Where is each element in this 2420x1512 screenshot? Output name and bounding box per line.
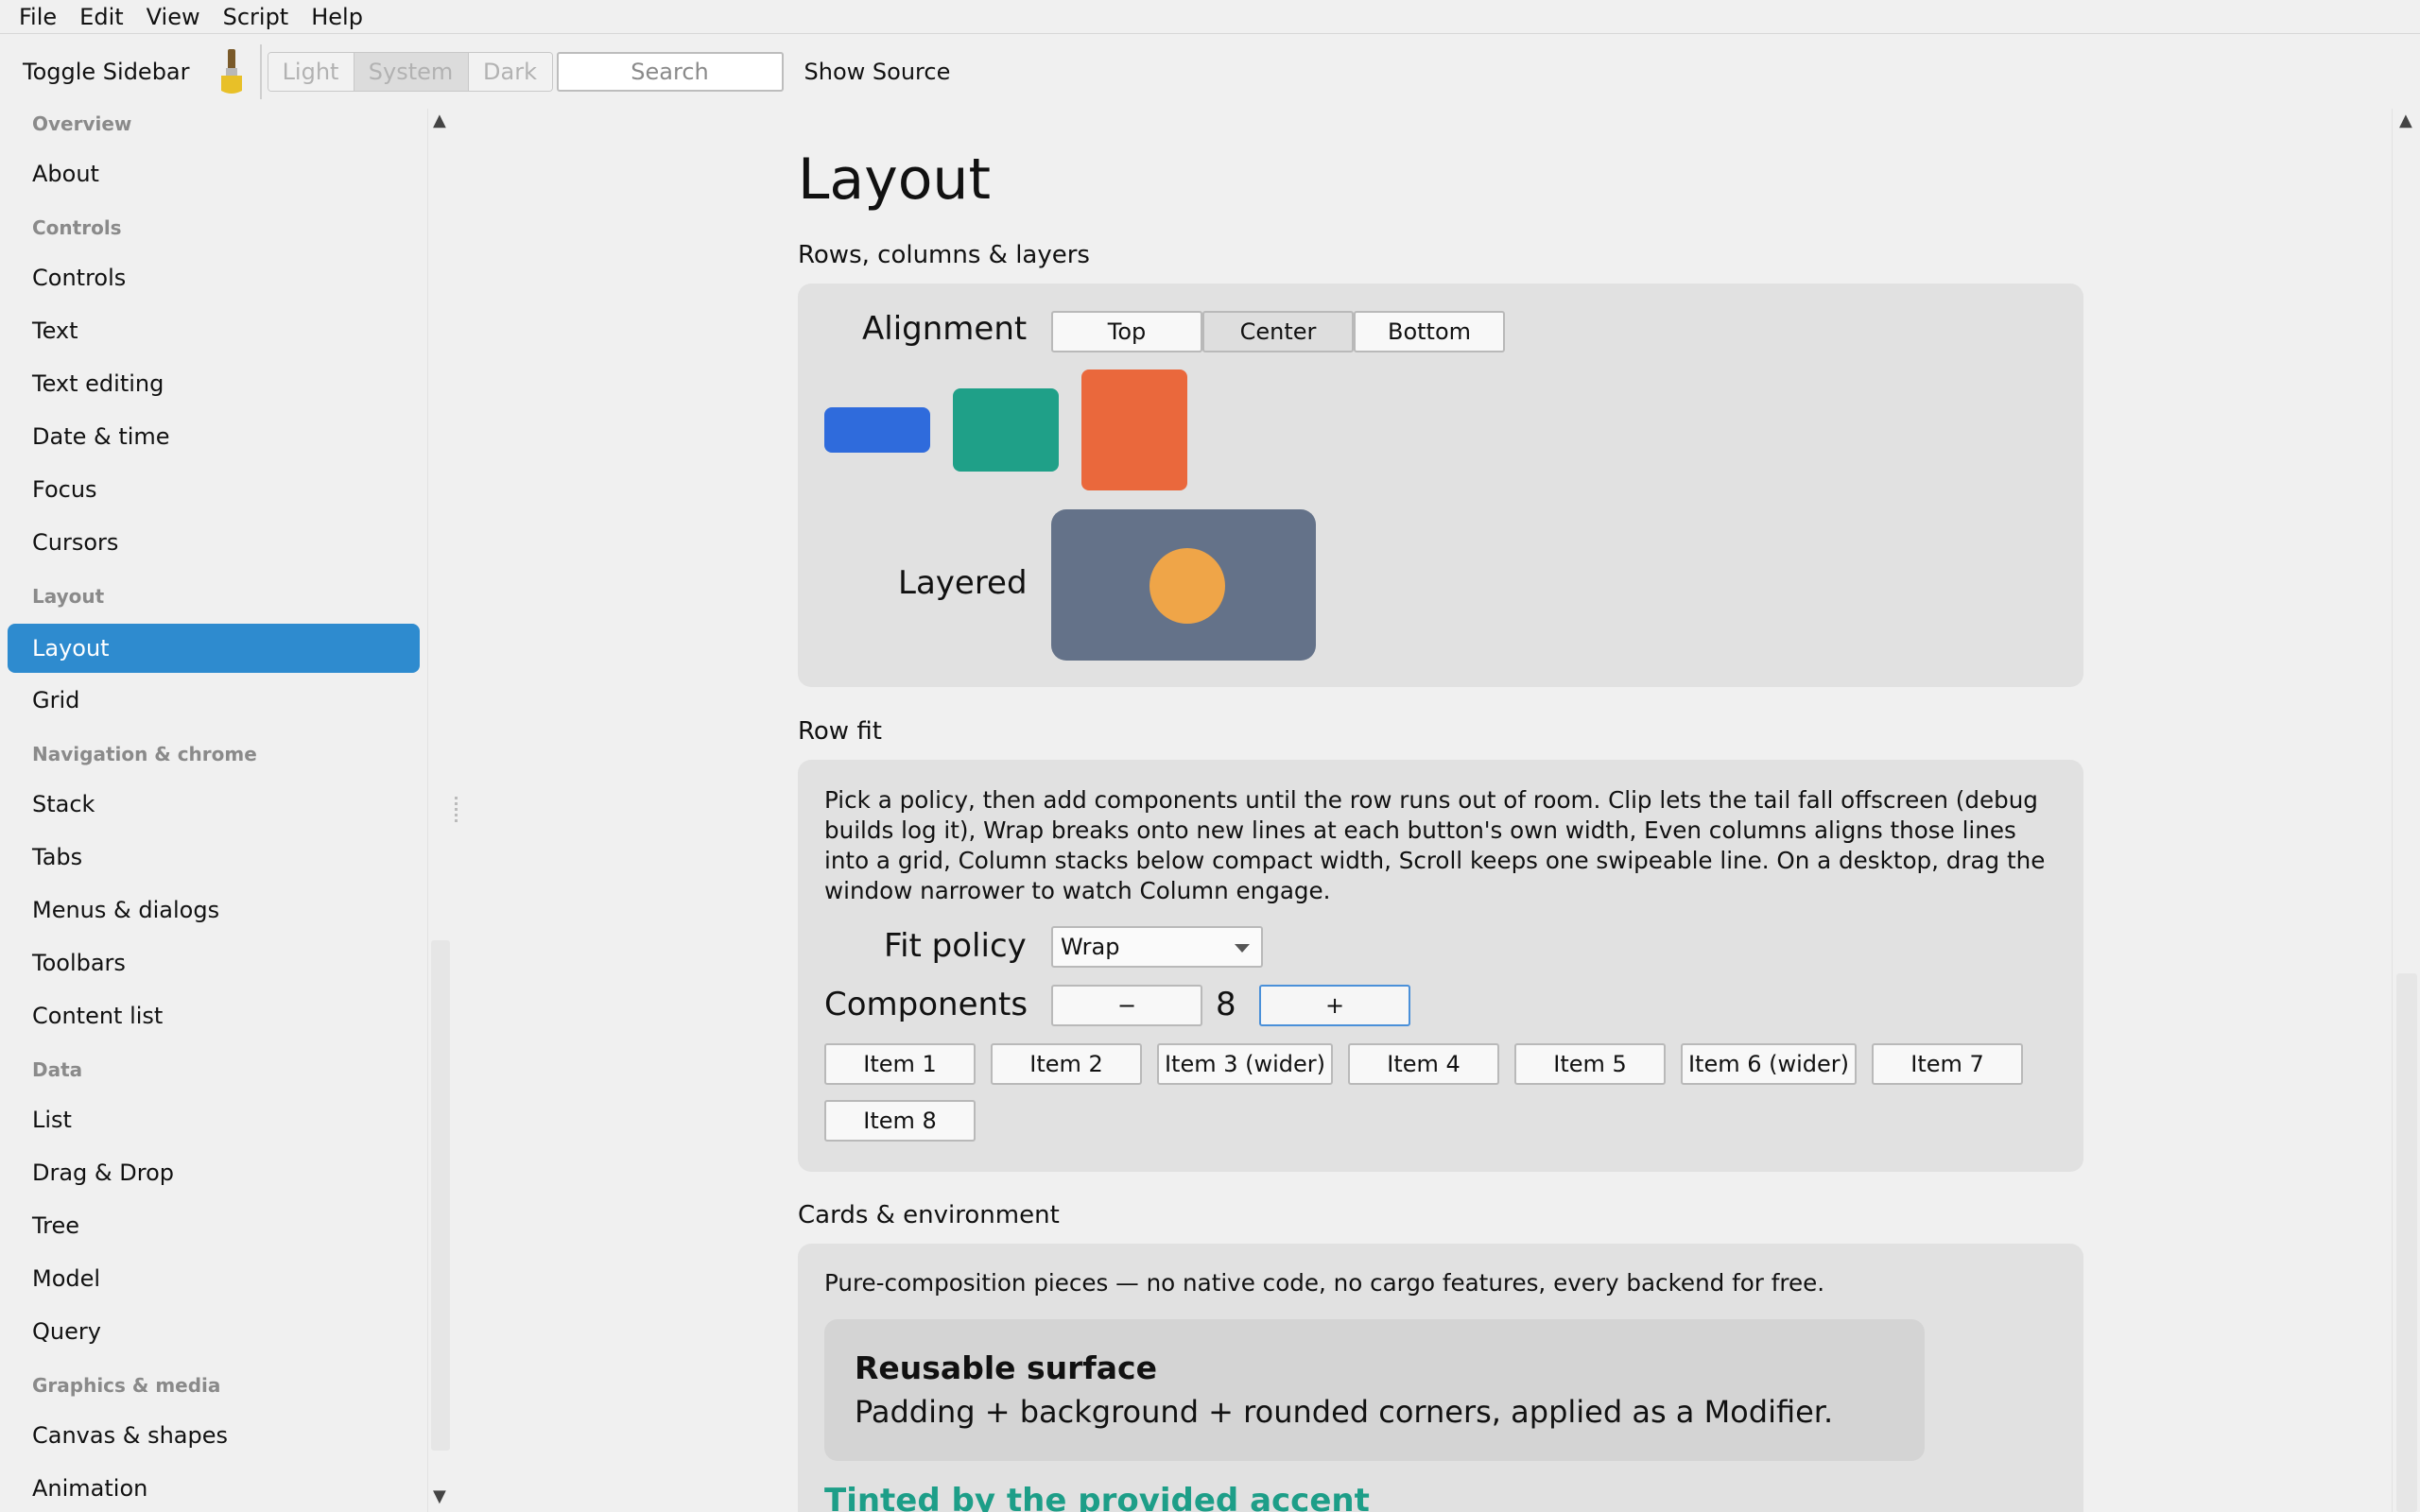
row-item-4[interactable]: Item 4: [1348, 1043, 1499, 1085]
row-item-5[interactable]: Item 5: [1514, 1043, 1666, 1085]
theme-segmented-control: Light System Dark: [267, 52, 553, 92]
splitter-grip-icon[interactable]: [455, 794, 458, 828]
row-item-8[interactable]: Item 8: [824, 1100, 976, 1142]
toggle-sidebar-button[interactable]: Toggle Sidebar: [23, 59, 190, 85]
menu-script[interactable]: Script: [212, 4, 301, 30]
menu-edit[interactable]: Edit: [68, 4, 134, 30]
menu-view[interactable]: View: [135, 4, 212, 30]
sidebar-item-list[interactable]: List: [32, 1107, 72, 1133]
components-count: 8: [1216, 986, 1236, 1023]
sidebar-item-grid[interactable]: Grid: [32, 687, 79, 713]
sidebar-scrollbar-thumb[interactable]: [431, 940, 450, 1451]
sidebar-item-canvas-shapes[interactable]: Canvas & shapes: [32, 1422, 228, 1449]
sidebar-item-model[interactable]: Model: [32, 1265, 100, 1292]
row-item-1[interactable]: Item 1: [824, 1043, 976, 1085]
alignment-label: Alignment: [862, 310, 1028, 348]
theme-light-option[interactable]: Light: [268, 53, 354, 91]
sidebar-item-cursors[interactable]: Cursors: [32, 529, 118, 556]
sidebar-item-menus-dialogs[interactable]: Menus & dialogs: [32, 897, 219, 923]
increment-button[interactable]: +: [1259, 985, 1410, 1026]
cards-panel: Pure-composition pieces — no native code…: [798, 1244, 2083, 1512]
cards-section-heading: Cards & environment: [798, 1201, 1060, 1229]
alignment-center-button[interactable]: Center: [1202, 311, 1354, 352]
fit-policy-dropdown[interactable]: Wrap: [1051, 926, 1263, 968]
sidebar-item-about[interactable]: About: [32, 161, 99, 187]
chevron-down-icon: [1235, 944, 1250, 953]
row-item-6[interactable]: Item 6 (wider): [1681, 1043, 1857, 1085]
orange-swatch: [1081, 369, 1187, 490]
sidebar: Overview About Controls Controls Text Te…: [0, 109, 427, 1512]
layered-front-circle: [1150, 548, 1225, 624]
rowfit-panel: Pick a policy, then add components until…: [798, 760, 2083, 1172]
sidebar-section-overview: Overview: [32, 112, 132, 135]
sidebar-item-text[interactable]: Text: [32, 318, 78, 344]
sidebar-section-graphics: Graphics & media: [32, 1374, 221, 1397]
show-source-button[interactable]: Show Source: [804, 59, 951, 85]
rows-section-heading: Rows, columns & layers: [798, 241, 1090, 269]
sidebar-section-controls: Controls: [32, 216, 122, 239]
blue-swatch: [824, 407, 930, 453]
rowfit-section-heading: Row fit: [798, 717, 882, 746]
row-item-3[interactable]: Item 3 (wider): [1157, 1043, 1333, 1085]
sidebar-item-text-editing[interactable]: Text editing: [32, 370, 164, 397]
scroll-up-arrow-icon[interactable]: ▲: [433, 111, 446, 130]
main-scrollbar[interactable]: ▲: [2392, 109, 2420, 1512]
scroll-down-arrow-icon[interactable]: ▼: [433, 1486, 446, 1506]
toolbar: Toggle Sidebar Light System Dark Show So…: [0, 35, 2420, 109]
sidebar-item-animation[interactable]: Animation: [32, 1475, 147, 1502]
theme-system-option[interactable]: System: [354, 53, 469, 91]
sidebar-item-controls[interactable]: Controls: [32, 265, 126, 291]
sidebar-item-tabs[interactable]: Tabs: [32, 844, 82, 870]
sidebar-item-tree[interactable]: Tree: [32, 1212, 79, 1239]
alignment-top-button[interactable]: Top: [1051, 311, 1202, 352]
sidebar-item-drag-drop[interactable]: Drag & Drop: [32, 1160, 174, 1186]
reusable-surface-card: Reusable surface Padding + background + …: [824, 1319, 1925, 1461]
page-title: Layout: [798, 146, 991, 213]
fit-policy-label: Fit policy: [884, 927, 1027, 965]
card-body: Padding + background + rounded corners, …: [855, 1394, 1834, 1430]
layered-label: Layered: [898, 564, 1028, 602]
sidebar-section-navigation: Navigation & chrome: [32, 743, 257, 765]
components-label: Components: [824, 986, 1028, 1023]
cards-description: Pure-composition pieces — no native code…: [824, 1269, 1825, 1297]
decrement-button[interactable]: −: [1051, 985, 1202, 1026]
sidebar-item-date-time[interactable]: Date & time: [32, 423, 170, 450]
toolbar-separator: [259, 44, 262, 99]
sidebar-item-toolbars[interactable]: Toolbars: [32, 950, 126, 976]
sidebar-item-query[interactable]: Query: [32, 1318, 101, 1345]
search-input[interactable]: [556, 52, 784, 92]
sidebar-scrollbar[interactable]: ▲ ▼: [427, 109, 452, 1512]
alignment-bottom-button[interactable]: Bottom: [1354, 311, 1505, 352]
sidebar-item-content-list[interactable]: Content list: [32, 1003, 163, 1029]
paintbrush-icon[interactable]: [209, 45, 254, 98]
menu-bar: File Edit View Script Help: [0, 0, 2420, 34]
fit-policy-value: Wrap: [1061, 934, 1120, 960]
sidebar-section-layout: Layout: [32, 585, 105, 608]
theme-dark-option[interactable]: Dark: [468, 53, 552, 91]
sidebar-item-layout[interactable]: Layout: [8, 624, 420, 673]
row-item-2[interactable]: Item 2: [991, 1043, 1142, 1085]
sidebar-item-stack[interactable]: Stack: [32, 791, 95, 817]
menu-help[interactable]: Help: [300, 4, 374, 30]
teal-swatch: [953, 388, 1059, 472]
sidebar-item-focus[interactable]: Focus: [32, 476, 97, 503]
rowfit-description: Pick a policy, then add components until…: [824, 786, 2046, 904]
card-title: Reusable surface: [855, 1349, 1157, 1386]
rows-panel: Alignment Top Center Bottom Layered: [798, 284, 2083, 687]
scroll-up-arrow-icon[interactable]: ▲: [2399, 111, 2412, 130]
main-content: Layout Rows, columns & layers Alignment …: [459, 109, 2392, 1512]
row-item-7[interactable]: Item 7: [1872, 1043, 2023, 1085]
main-scrollbar-thumb[interactable]: [2396, 973, 2417, 1512]
sidebar-section-data: Data: [32, 1058, 83, 1081]
tinted-accent-text: Tinted by the provided accent: [824, 1482, 1370, 1512]
menu-file[interactable]: File: [8, 4, 68, 30]
